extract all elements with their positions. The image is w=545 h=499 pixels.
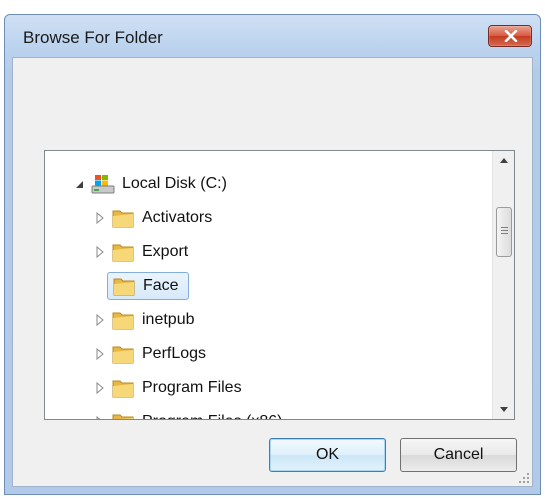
title-bar[interactable]: Browse For Folder bbox=[5, 15, 540, 57]
tree-rows: Local Disk (C:) Activators Export Face i… bbox=[45, 151, 490, 419]
tree-item-inetpub[interactable]: inetpub bbox=[93, 303, 198, 337]
collapsed-arrow-icon[interactable] bbox=[93, 415, 107, 420]
folder-icon bbox=[112, 414, 134, 419]
tree-item-label: Face bbox=[143, 277, 179, 294]
dialog-title: Browse For Folder bbox=[23, 28, 163, 47]
tree-item-label: Program Files (x86) bbox=[139, 411, 285, 419]
folder-icon bbox=[112, 244, 134, 262]
dialog-client-area: Local Disk (C:) Activators Export Face i… bbox=[12, 57, 533, 487]
folder-icon bbox=[112, 210, 134, 228]
ok-button[interactable]: OK bbox=[269, 438, 386, 472]
selection-highlight: Face bbox=[107, 272, 189, 300]
background-window-strip bbox=[0, 0, 545, 14]
collapsed-arrow-icon[interactable] bbox=[93, 313, 107, 327]
scroll-thumb[interactable] bbox=[496, 207, 512, 257]
tree-item-label: Program Files bbox=[142, 379, 242, 396]
tree-item-label: inetpub bbox=[142, 311, 195, 328]
scroll-down-arrow-icon bbox=[500, 407, 508, 412]
scroll-up-button[interactable] bbox=[493, 151, 514, 171]
tree-item-program-files-x86[interactable]: Program Files (x86) bbox=[93, 405, 285, 420]
tree-item-program-files[interactable]: Program Files bbox=[93, 371, 245, 405]
tree-item-label: Activators bbox=[142, 209, 213, 226]
tree-item-export[interactable]: Export bbox=[93, 235, 191, 269]
collapsed-arrow-icon[interactable] bbox=[93, 211, 107, 225]
expanded-arrow-icon[interactable] bbox=[73, 177, 87, 191]
close-button[interactable] bbox=[488, 25, 532, 47]
browse-for-folder-dialog: Browse For Folder Local Disk (C:) Activa… bbox=[4, 14, 541, 495]
tree-item-face[interactable]: Face bbox=[93, 269, 189, 303]
folder-icon bbox=[112, 380, 134, 398]
tree-item-activators[interactable]: Activators bbox=[93, 201, 215, 235]
tree-item-local-disk[interactable]: Local Disk (C:) bbox=[73, 167, 230, 201]
resize-grip-icon[interactable] bbox=[518, 472, 530, 484]
collapsed-arrow-icon[interactable] bbox=[93, 347, 107, 361]
tree-item-label: Export bbox=[142, 243, 189, 260]
scroll-down-button[interactable] bbox=[493, 399, 514, 419]
folder-icon bbox=[112, 346, 134, 364]
scroll-grip-icon bbox=[501, 227, 508, 236]
folder-icon bbox=[113, 278, 135, 296]
folder-tree-view[interactable]: Local Disk (C:) Activators Export Face i… bbox=[44, 150, 515, 420]
scroll-up-arrow-icon bbox=[500, 158, 508, 163]
collapsed-arrow-icon[interactable] bbox=[93, 245, 107, 259]
collapsed-arrow-icon[interactable] bbox=[93, 381, 107, 395]
no-arrow-spacer bbox=[93, 279, 107, 293]
tree-item-label: PerfLogs bbox=[142, 345, 207, 362]
tree-item-label: Local Disk (C:) bbox=[122, 175, 227, 192]
local-disk-icon bbox=[91, 175, 115, 194]
vertical-scrollbar[interactable] bbox=[492, 151, 514, 419]
tree-item-perflogs[interactable]: PerfLogs bbox=[93, 337, 209, 371]
folder-icon bbox=[112, 312, 134, 330]
close-x-icon bbox=[504, 30, 518, 42]
cancel-button[interactable]: Cancel bbox=[400, 438, 517, 472]
